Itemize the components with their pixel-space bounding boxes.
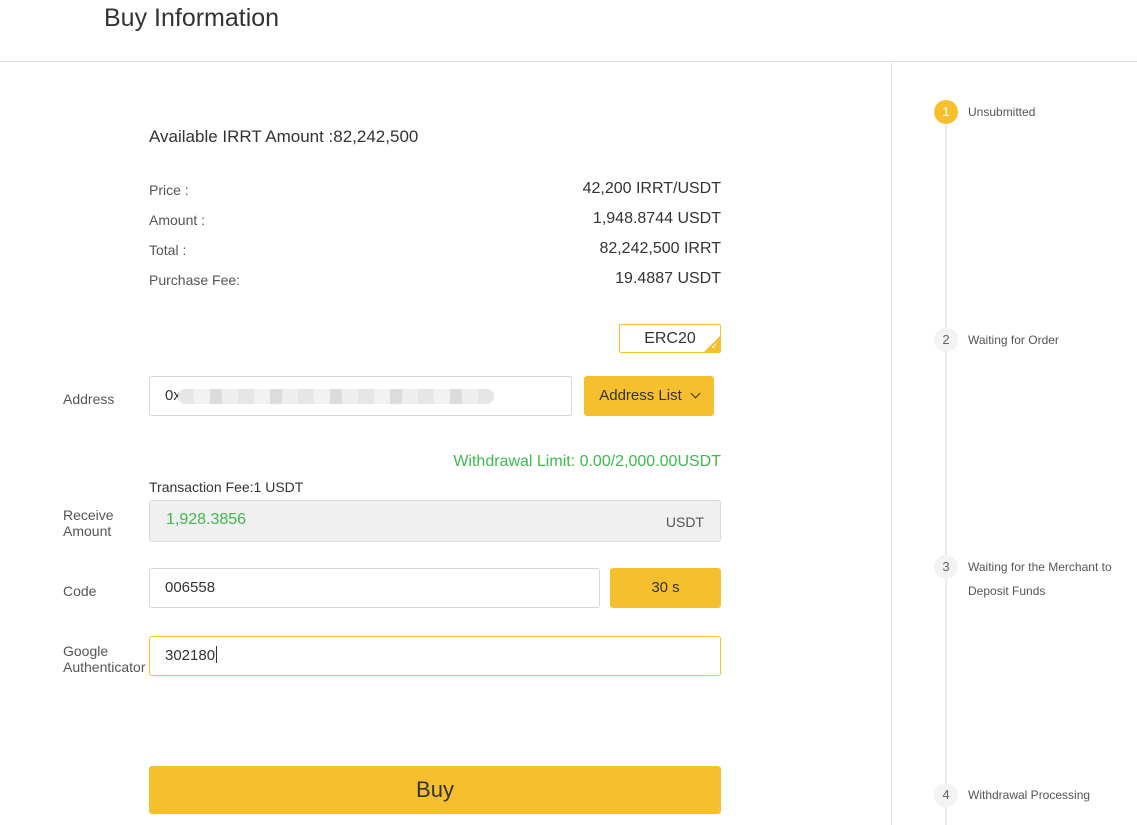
text-caret	[216, 645, 218, 663]
step-2-label: Waiting for Order	[968, 333, 1059, 347]
step-3-label-line2: Deposit Funds	[968, 584, 1046, 598]
receive-amount-unit: USDT	[665, 514, 704, 530]
price-row: Price : 42,200 IRRT/USDT	[149, 180, 721, 200]
code-input[interactable]: 006558	[149, 568, 600, 608]
price-value: 42,200 IRRT/USDT	[582, 180, 721, 197]
buy-button[interactable]: Buy	[149, 766, 721, 814]
address-list-button[interactable]: Address List	[584, 376, 714, 416]
ga-label-line1: Google	[63, 643, 109, 659]
ga-value: 302180	[165, 647, 216, 664]
amount-row: Amount : 1,948.8744 USDT	[149, 210, 721, 230]
transaction-fee: Transaction Fee:1 USDT	[149, 479, 304, 495]
step-3-label-line1: Waiting for the Merchant to	[968, 560, 1112, 574]
step-3-circle: 3	[934, 555, 958, 579]
code-value: 006558	[165, 579, 216, 596]
address-label: Address	[63, 391, 115, 407]
steps-timeline-line	[945, 112, 947, 825]
amount-value: 1,948.8744 USDT	[592, 210, 721, 227]
receive-amount-label: Receive Amount	[63, 507, 114, 539]
buy-button-label: Buy	[416, 777, 454, 802]
purchase-fee-label: Purchase Fee:	[149, 272, 241, 288]
code-label: Code	[63, 583, 97, 599]
total-row: Total : 82,242,500 IRRT	[149, 240, 721, 260]
receive-amount-field: 1,928.3856 USDT	[149, 500, 721, 542]
step-1-label: Unsubmitted	[968, 105, 1036, 119]
ga-label-line2: Authenticator	[63, 659, 146, 675]
total-value: 82,242,500 IRRT	[599, 240, 721, 257]
total-label: Total :	[149, 242, 187, 258]
step-4-circle: 4	[934, 783, 958, 807]
resend-countdown: 30 s	[651, 579, 680, 596]
receive-label-line1: Receive	[63, 507, 114, 523]
address-list-label: Address List	[599, 387, 682, 404]
step-3-label: Waiting for the Merchant to Deposit Fund…	[968, 555, 1128, 603]
step-2-circle: 2	[934, 328, 958, 352]
step-4-label: Withdrawal Processing	[968, 788, 1091, 802]
google-authenticator-input[interactable]: 302180	[149, 636, 721, 676]
purchase-fee-row: Purchase Fee: 19.4887 USDT	[149, 270, 721, 290]
receive-label-line2: Amount	[63, 523, 112, 539]
chain-option-label: ERC20	[644, 330, 696, 347]
checkmark-icon: ✓	[710, 341, 718, 351]
resend-code-button[interactable]: 30 s	[610, 568, 721, 608]
chain-option-erc20[interactable]: ERC20 ✓	[619, 324, 721, 353]
amount-label: Amount :	[149, 212, 206, 228]
purchase-fee-value: 19.4887 USDT	[615, 270, 721, 287]
receive-amount-value: 1,928.3856	[166, 511, 247, 528]
available-amount: Available IRRT Amount :82,242,500	[149, 127, 419, 146]
buy-form-panel	[0, 62, 891, 825]
address-redacted-blur	[178, 389, 494, 404]
price-label: Price :	[149, 182, 189, 198]
progress-sidebar	[891, 62, 1137, 825]
page-title: Buy Information	[104, 4, 280, 32]
withdrawal-limit: Withdrawal Limit: 0.00/2,000.00USDT	[453, 453, 721, 470]
step-1-circle: 1	[934, 100, 958, 124]
page-header: Buy Information	[0, 0, 1137, 62]
google-authenticator-label: Google Authenticator	[63, 643, 146, 675]
chevron-down-icon	[690, 388, 701, 399]
